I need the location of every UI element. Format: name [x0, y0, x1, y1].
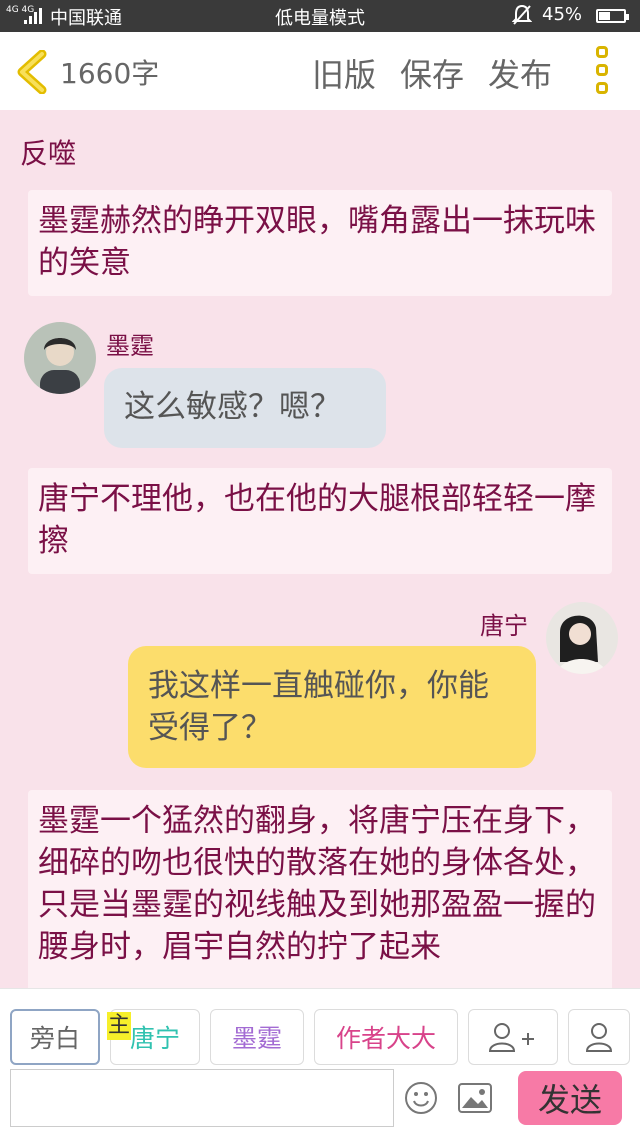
- status-bar: 4G 4G 中国联通 低电量模式 45%: [0, 0, 640, 32]
- add-character-icon[interactable]: [468, 1009, 558, 1065]
- image-icon[interactable]: [458, 1083, 492, 1113]
- old-version-button[interactable]: 旧版: [312, 50, 376, 96]
- composer-bar: 旁白 主 唐宁 墨霆 作者大大 发送: [0, 988, 640, 1139]
- mute-bell-icon: [511, 4, 533, 31]
- character-name: 唐宁: [480, 612, 528, 640]
- battery-icon: [596, 9, 629, 23]
- emoji-icon[interactable]: [404, 1081, 438, 1115]
- role-label: 墨霆: [231, 1024, 282, 1053]
- role-author-button[interactable]: 作者大大: [314, 1009, 458, 1065]
- send-button[interactable]: 发送: [518, 1071, 622, 1125]
- character-manage-icon[interactable]: [568, 1009, 630, 1065]
- role-label: 唐宁: [129, 1024, 180, 1053]
- role-narrator-button[interactable]: 旁白: [10, 1009, 100, 1065]
- role-label: 作者大大: [335, 1024, 436, 1053]
- narration-block[interactable]: 墨霆赫然的睁开双眼，嘴角露出一抹玩味的笑意: [28, 190, 612, 296]
- character-name: 墨霆: [106, 332, 154, 360]
- more-menu-icon[interactable]: [592, 46, 616, 96]
- send-label: 发送: [537, 1081, 602, 1119]
- narration-block[interactable]: 唐宁不理他，也在他的大腿根部轻轻一摩擦: [28, 468, 612, 574]
- avatar-tangning[interactable]: [546, 602, 618, 674]
- chat-bubble-left[interactable]: 这么敏感？嗯？: [104, 368, 386, 448]
- role-label: 旁白: [29, 1024, 80, 1053]
- narration-block[interactable]: 墨霆一个猛然的翻身，将唐宁压在身下，细碎的吻也很快的散落在她的身体各处，只是当墨…: [28, 790, 612, 988]
- publish-button[interactable]: 发布: [488, 50, 552, 96]
- back-chevron-icon[interactable]: [14, 49, 50, 95]
- avatar-moting[interactable]: [24, 322, 96, 394]
- chat-bubble-right[interactable]: 我这样一直触碰你，你能受得了？: [128, 646, 536, 768]
- chapter-title: 反噬: [20, 137, 77, 170]
- battery-percent: 45%: [542, 4, 583, 25]
- main-character-badge: 主: [107, 1012, 132, 1040]
- message-input[interactable]: [10, 1069, 394, 1127]
- save-button[interactable]: 保存: [400, 50, 464, 96]
- role-moting-button[interactable]: 墨霆: [210, 1009, 304, 1065]
- role-tangning-button[interactable]: 主 唐宁: [107, 1009, 200, 1065]
- word-count: 1660字: [60, 57, 160, 90]
- editor-toolbar: 1660字 旧版 保存 发布: [0, 32, 640, 110]
